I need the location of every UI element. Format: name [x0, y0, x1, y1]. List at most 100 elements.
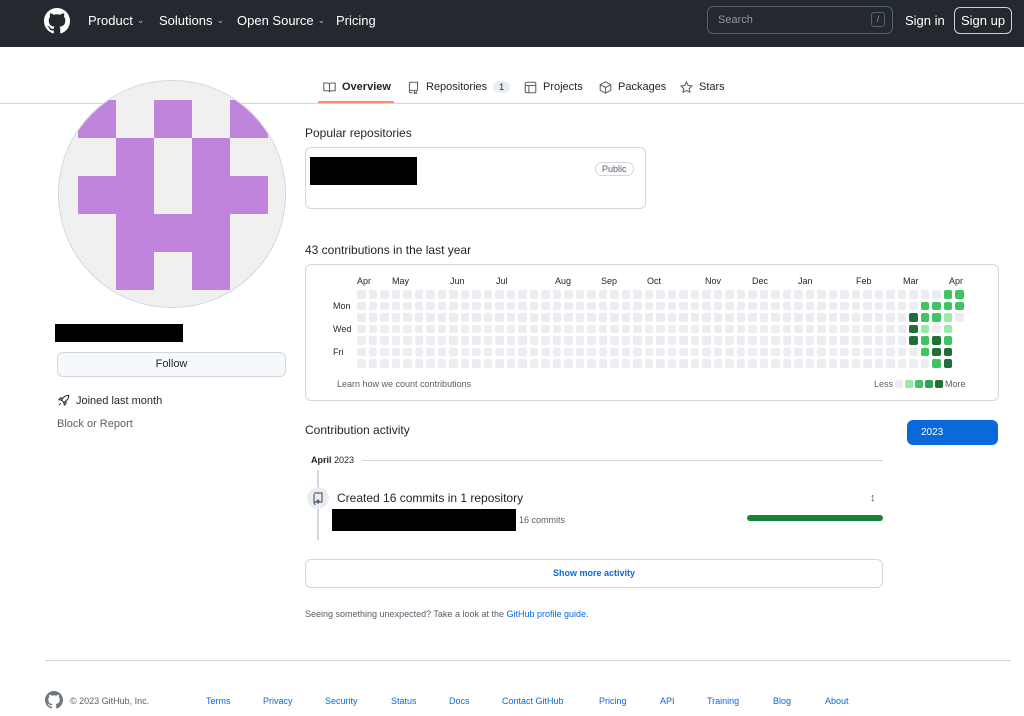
contribution-day-cell[interactable]: [437, 347, 446, 356]
nav-product[interactable]: Product ⌄: [88, 13, 144, 28]
contribution-day-cell[interactable]: [598, 290, 607, 299]
contribution-day-cell[interactable]: [518, 290, 527, 299]
contribution-day-cell[interactable]: [863, 336, 872, 345]
contribution-day-cell[interactable]: [633, 336, 642, 345]
contribution-day-cell[interactable]: [656, 336, 665, 345]
contribution-day-cell[interactable]: [529, 301, 538, 310]
contribution-day-cell[interactable]: [495, 347, 504, 356]
contribution-day-cell[interactable]: [380, 324, 389, 333]
contribution-day-cell[interactable]: [587, 359, 596, 368]
contribution-day-cell[interactable]: [368, 336, 377, 345]
footer-link-security[interactable]: Security: [325, 696, 358, 706]
contribution-day-cell[interactable]: [886, 347, 895, 356]
contribution-day-cell[interactable]: [541, 336, 550, 345]
contribution-day-cell[interactable]: [863, 313, 872, 322]
contribution-day-cell[interactable]: [449, 347, 458, 356]
contribution-day-cell[interactable]: [851, 324, 860, 333]
year-2023-button[interactable]: 2023: [907, 420, 998, 445]
contribution-day-cell[interactable]: [748, 347, 757, 356]
contribution-day-cell[interactable]: [552, 290, 561, 299]
contribution-day-cell[interactable]: [403, 359, 412, 368]
contribution-day-cell[interactable]: [771, 301, 780, 310]
contribution-day-cell[interactable]: [633, 290, 642, 299]
contribution-day-cell[interactable]: [771, 290, 780, 299]
contribution-day-cell[interactable]: [690, 347, 699, 356]
contribution-day-cell[interactable]: [564, 313, 573, 322]
contribution-day-cell[interactable]: [874, 290, 883, 299]
contribution-day-cell[interactable]: [426, 359, 435, 368]
contribution-day-cell[interactable]: [771, 336, 780, 345]
contribution-day-cell[interactable]: [587, 324, 596, 333]
contribution-day-cell[interactable]: [644, 336, 653, 345]
contribution-day-cell[interactable]: [725, 359, 734, 368]
contribution-day-cell[interactable]: [426, 301, 435, 310]
contribution-day-cell[interactable]: [564, 347, 573, 356]
contribution-day-cell[interactable]: [541, 359, 550, 368]
contribution-day-cell[interactable]: [909, 336, 918, 345]
contribution-day-cell[interactable]: [736, 336, 745, 345]
tab-packages[interactable]: Packages: [599, 78, 666, 96]
contribution-day-cell[interactable]: [610, 359, 619, 368]
contribution-day-cell[interactable]: [426, 313, 435, 322]
contribution-day-cell[interactable]: [679, 336, 688, 345]
footer-link-terms[interactable]: Terms: [206, 696, 231, 706]
contribution-day-cell[interactable]: [725, 347, 734, 356]
contribution-day-cell[interactable]: [610, 313, 619, 322]
contribution-day-cell[interactable]: [817, 324, 826, 333]
contribution-day-cell[interactable]: [449, 336, 458, 345]
contribution-day-cell[interactable]: [656, 359, 665, 368]
contribution-day-cell[interactable]: [782, 301, 791, 310]
contribution-day-cell[interactable]: [840, 313, 849, 322]
footer-link-blog[interactable]: Blog: [773, 696, 791, 706]
contribution-day-cell[interactable]: [702, 324, 711, 333]
tab-overview[interactable]: Overview: [323, 78, 391, 96]
contribution-day-cell[interactable]: [851, 347, 860, 356]
contribution-day-cell[interactable]: [897, 359, 906, 368]
contribution-day-cell[interactable]: [437, 324, 446, 333]
contribution-day-cell[interactable]: [955, 290, 964, 299]
contribution-day-cell[interactable]: [943, 336, 952, 345]
contribution-day-cell[interactable]: [851, 359, 860, 368]
contribution-day-cell[interactable]: [782, 336, 791, 345]
contribution-day-cell[interactable]: [759, 290, 768, 299]
contribution-day-cell[interactable]: [759, 301, 768, 310]
contribution-day-cell[interactable]: [840, 347, 849, 356]
contribution-day-cell[interactable]: [426, 290, 435, 299]
contribution-day-cell[interactable]: [449, 301, 458, 310]
contribution-day-cell[interactable]: [690, 290, 699, 299]
contribution-day-cell[interactable]: [851, 336, 860, 345]
contribution-day-cell[interactable]: [748, 301, 757, 310]
contribution-day-cell[interactable]: [426, 324, 435, 333]
contribution-day-cell[interactable]: [863, 324, 872, 333]
contribution-day-cell[interactable]: [943, 313, 952, 322]
contribution-day-cell[interactable]: [483, 347, 492, 356]
contribution-day-cell[interactable]: [897, 313, 906, 322]
contribution-day-cell[interactable]: [851, 313, 860, 322]
contribution-day-cell[interactable]: [357, 290, 366, 299]
contribution-day-cell[interactable]: [794, 313, 803, 322]
contribution-day-cell[interactable]: [771, 324, 780, 333]
contribution-day-cell[interactable]: [552, 313, 561, 322]
nav-solutions[interactable]: Solutions ⌄: [159, 13, 224, 28]
contribution-day-cell[interactable]: [564, 301, 573, 310]
contribution-day-cell[interactable]: [851, 290, 860, 299]
contribution-day-cell[interactable]: [633, 301, 642, 310]
contribution-day-cell[interactable]: [633, 324, 642, 333]
contribution-day-cell[interactable]: [460, 336, 469, 345]
contribution-day-cell[interactable]: [667, 324, 676, 333]
contribution-day-cell[interactable]: [414, 290, 423, 299]
contribution-day-cell[interactable]: [575, 324, 584, 333]
contribution-day-cell[interactable]: [506, 336, 515, 345]
contribution-day-cell[interactable]: [380, 290, 389, 299]
contribution-day-cell[interactable]: [828, 301, 837, 310]
footer-link-training[interactable]: Training: [707, 696, 739, 706]
contribution-day-cell[interactable]: [713, 301, 722, 310]
contribution-day-cell[interactable]: [506, 301, 515, 310]
contribution-day-cell[interactable]: [391, 324, 400, 333]
nav-open-source[interactable]: Open Source ⌄: [237, 13, 325, 28]
contribution-day-cell[interactable]: [874, 301, 883, 310]
contribution-day-cell[interactable]: [690, 313, 699, 322]
contribution-day-cell[interactable]: [587, 336, 596, 345]
contribution-day-cell[interactable]: [690, 301, 699, 310]
contribution-day-cell[interactable]: [656, 290, 665, 299]
